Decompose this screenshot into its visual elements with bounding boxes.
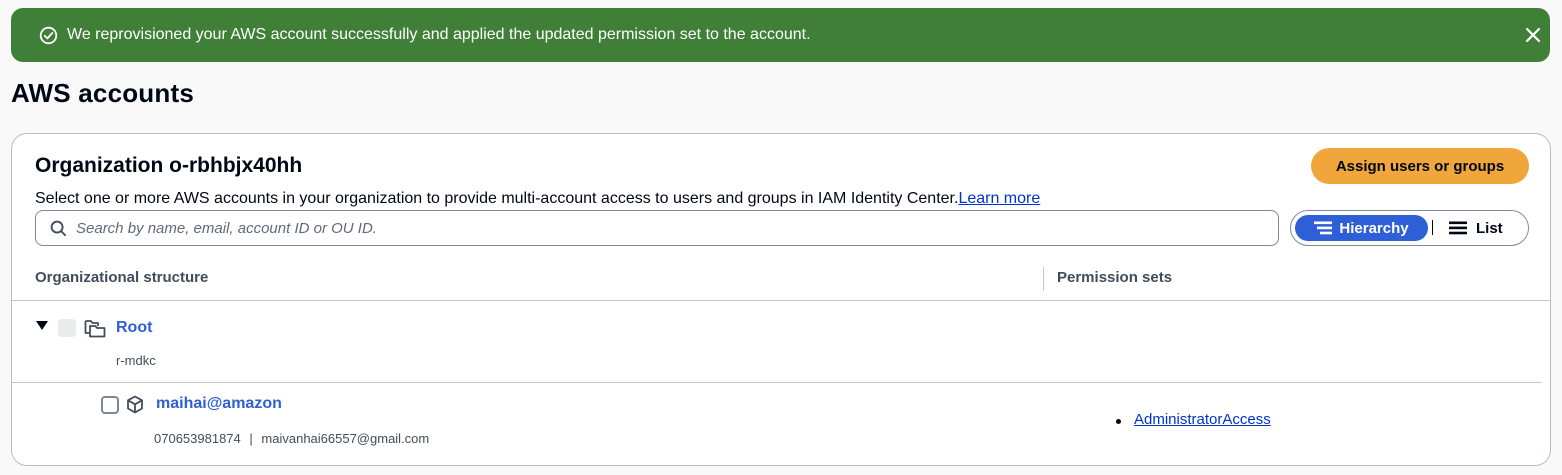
organization-container: Organization o-rbhbjx40hh Select one or … <box>11 133 1551 466</box>
description-text: Select one or more AWS accounts in your … <box>35 190 959 207</box>
organization-description: Select one or more AWS accounts in your … <box>35 189 1040 209</box>
list-icon <box>1449 221 1467 235</box>
account-name-link[interactable]: maihai@amazon <box>156 394 282 414</box>
account-checkbox[interactable] <box>101 396 119 414</box>
header-divider <box>12 300 1550 301</box>
account-details: 070653981874 | maivanhai66557@gmail.com <box>154 431 429 447</box>
hierarchy-view-button[interactable]: Hierarchy <box>1295 215 1428 241</box>
organizational-unit-icon <box>84 320 106 338</box>
view-toggle: Hierarchy List <box>1290 210 1529 246</box>
page-title: AWS accounts <box>11 78 194 108</box>
toggle-divider <box>1432 220 1433 235</box>
column-divider <box>1043 267 1044 291</box>
close-icon[interactable] <box>1522 24 1544 46</box>
column-header-permission-sets: Permission sets <box>1057 269 1173 286</box>
flash-message: We reprovisioned your AWS account succes… <box>67 26 811 43</box>
search-field[interactable] <box>35 210 1279 246</box>
root-link[interactable]: Root <box>116 318 152 338</box>
hierarchy-icon <box>1314 221 1333 235</box>
search-input[interactable] <box>76 217 1266 239</box>
account-cube-icon <box>127 395 143 414</box>
account-id: 070653981874 <box>154 431 241 446</box>
list-bullet <box>1116 419 1121 424</box>
success-flash-banner: We reprovisioned your AWS account succes… <box>11 8 1550 62</box>
list-view-button[interactable]: List <box>1449 215 1519 241</box>
permission-set-link[interactable]: AdministratorAccess <box>1134 411 1271 428</box>
column-header-organizational-structure: Organizational structure <box>35 269 209 286</box>
hierarchy-label: Hierarchy <box>1339 219 1409 237</box>
learn-more-link[interactable]: Learn more <box>958 190 1040 207</box>
check-circle-icon <box>39 26 58 45</box>
detail-separator: | <box>249 431 253 446</box>
list-label: List <box>1476 219 1503 237</box>
caret-down-icon[interactable] <box>36 321 48 331</box>
root-id: r-mdkc <box>116 353 156 368</box>
account-email: maivanhai66557@gmail.com <box>261 431 430 446</box>
row-divider <box>12 382 1542 383</box>
assign-users-or-groups-button[interactable]: Assign users or groups <box>1311 148 1529 184</box>
root-checkbox <box>58 319 76 337</box>
organization-title: Organization o-rbhbjx40hh <box>35 154 303 177</box>
search-icon <box>50 220 67 237</box>
